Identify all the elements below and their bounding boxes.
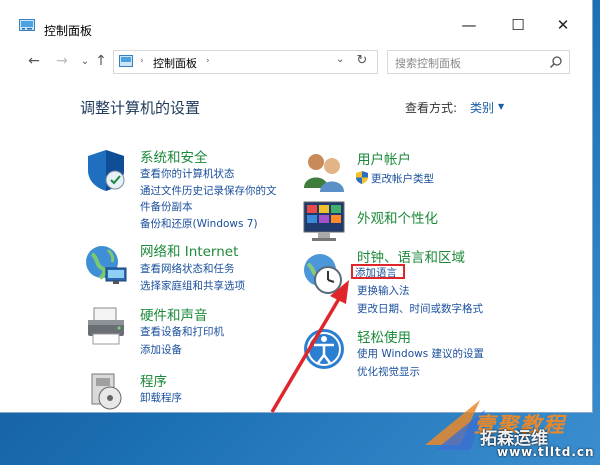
address-bar[interactable]: › 控制面板 › ⌄ xyxy=(113,50,378,74)
maximize-button[interactable]: ☐ xyxy=(496,14,540,36)
up-button[interactable]: ↑ xyxy=(92,52,110,70)
appearance-monitor-icon[interactable] xyxy=(300,198,348,246)
back-button[interactable]: ← xyxy=(25,52,43,70)
link-change-input-method[interactable]: 更换输入法 xyxy=(357,283,410,298)
search-input[interactable]: 搜索控制面板 xyxy=(387,50,570,74)
link-change-date-time-format[interactable]: 更改日期、时间或数字格式 xyxy=(357,301,483,316)
category-programs[interactable]: 程序 xyxy=(140,370,167,390)
link-view-computer-status[interactable]: 查看你的计算机状态 xyxy=(140,166,235,181)
category-hardware-sound[interactable]: 硬件和声音 xyxy=(140,304,208,324)
control-panel-window: 控制面板 — ☐ ✕ ← → ⌄ ↑ › 控制面板 › ⌄ ↻ 搜索控制面板 调… xyxy=(0,0,592,412)
category-ease-of-access[interactable]: 轻松使用 xyxy=(357,326,411,346)
address-dropdown-button[interactable]: ⌄ xyxy=(336,54,344,65)
window-title: 控制面板 xyxy=(44,24,93,38)
chevron-down-icon[interactable]: ▼ xyxy=(498,102,504,111)
view-by-dropdown[interactable]: 类别 xyxy=(470,99,494,116)
user-accounts-icon[interactable] xyxy=(300,148,348,196)
category-network-internet[interactable]: 网络和 Internet xyxy=(140,240,238,260)
network-globe-icon[interactable] xyxy=(82,240,130,288)
link-file-history-cont[interactable]: 件备份副本 xyxy=(140,199,193,214)
highlight-box xyxy=(351,264,405,279)
category-system-security[interactable]: 系统和安全 xyxy=(140,146,208,166)
forward-button[interactable]: → xyxy=(53,52,71,70)
category-appearance[interactable]: 外观和个性化 xyxy=(357,207,438,227)
view-by-label: 查看方式: xyxy=(405,101,458,115)
link-network-status[interactable]: 查看网络状态和任务 xyxy=(140,261,235,276)
breadcrumb-control-panel[interactable]: 控制面板 xyxy=(153,55,197,71)
link-file-history[interactable]: 通过文件历史记录保存你的文 xyxy=(140,183,277,198)
printer-icon[interactable] xyxy=(82,302,130,350)
security-shield-icon[interactable] xyxy=(82,146,130,194)
link-use-recommended-settings[interactable]: 使用 Windows 建议的设置 xyxy=(357,346,484,361)
clock-globe-icon[interactable] xyxy=(300,250,348,298)
breadcrumb-separator[interactable]: › xyxy=(206,56,210,66)
refresh-button[interactable]: ↻ xyxy=(354,52,370,68)
category-user-accounts[interactable]: 用户帐户 xyxy=(357,148,411,168)
breadcrumb-separator[interactable]: › xyxy=(140,56,144,66)
control-panel-icon xyxy=(19,19,35,31)
search-icon[interactable] xyxy=(549,55,563,69)
link-uninstall-program[interactable]: 卸载程序 xyxy=(140,390,182,405)
watermark-url: www.tlltd.cn xyxy=(497,445,595,459)
close-button[interactable]: ✕ xyxy=(541,14,585,36)
link-devices-printers[interactable]: 查看设备和打印机 xyxy=(140,324,224,339)
title-bar[interactable]: 控制面板 — ☐ ✕ xyxy=(0,0,592,38)
page-title: 调整计算机的设置 xyxy=(80,99,201,117)
link-homegroup-sharing[interactable]: 选择家庭组和共享选项 xyxy=(140,278,245,293)
programs-icon[interactable] xyxy=(82,366,130,412)
link-add-device[interactable]: 添加设备 xyxy=(140,342,182,357)
uac-shield-icon xyxy=(356,171,368,184)
link-backup-restore[interactable]: 备份和还原(Windows 7) xyxy=(140,216,258,231)
link-change-account-type[interactable]: 更改帐户类型 xyxy=(371,171,434,186)
minimize-button[interactable]: — xyxy=(447,14,491,36)
ease-of-access-icon[interactable] xyxy=(300,325,348,373)
category-clock-language-region[interactable]: 时钟、语言和区域 xyxy=(357,246,465,266)
link-optimize-visual-display[interactable]: 优化视觉显示 xyxy=(357,364,420,379)
control-panel-icon xyxy=(119,55,133,67)
search-placeholder: 搜索控制面板 xyxy=(395,57,461,70)
